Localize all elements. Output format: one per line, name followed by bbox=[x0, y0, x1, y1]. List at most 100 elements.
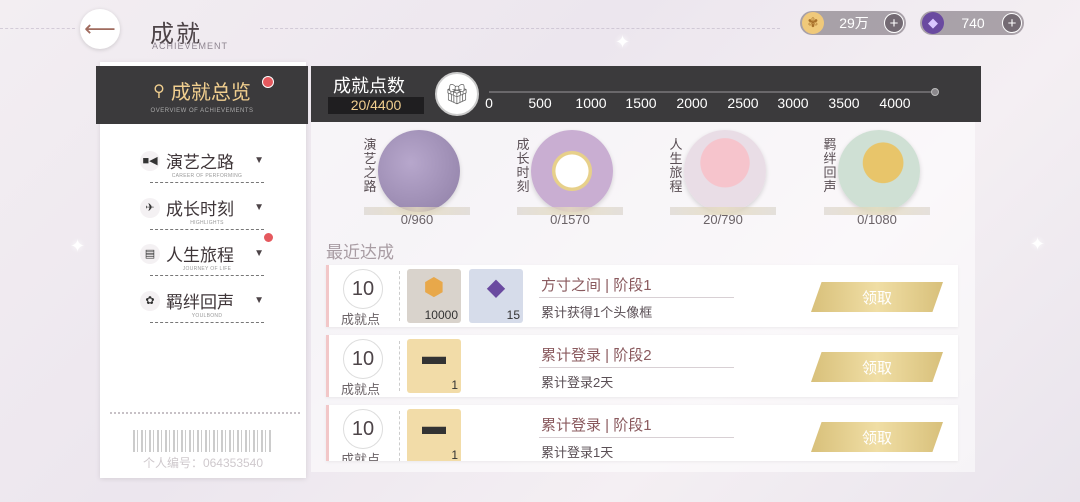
achievement-desc: 累计获得1个头像框 bbox=[541, 305, 653, 320]
claim-button[interactable]: 领取 bbox=[811, 282, 943, 312]
overview-en-label: OVERVIEW OF ACHIEVEMENTS bbox=[150, 108, 254, 114]
tick-label: 3000 bbox=[777, 95, 809, 111]
perforation-divider bbox=[110, 412, 300, 414]
sidebar-item-en: JOURNEY OF LIFE bbox=[150, 266, 264, 276]
film-clapper-icon bbox=[378, 130, 460, 212]
category-label: 人生旅程 bbox=[669, 137, 683, 194]
sparkle-icon: ✦ bbox=[615, 32, 631, 52]
reward-item[interactable]: ▬ 1 bbox=[407, 339, 461, 393]
tick-label: 2000 bbox=[676, 95, 708, 111]
reward-qty: 1 bbox=[451, 378, 458, 392]
category-progress: 20/790 bbox=[703, 212, 743, 227]
achievement-row: 10 成就点 ▬ 1 累计登录 | 阶段2 累计登录2天 领取 bbox=[326, 335, 958, 397]
sidebar-item-bond[interactable]: ✿ 羁绊回声 ▼ YOULBOND bbox=[140, 288, 264, 323]
points-label: 成就点 bbox=[341, 382, 381, 397]
sidebar-item-overview[interactable]: ⚲ 成就总览 OVERVIEW OF ACHIEVEMENTS bbox=[96, 66, 308, 124]
achievement-name: 累计登录 | 阶段1 bbox=[541, 417, 652, 434]
currency-gold: ✾ 29万 + bbox=[800, 11, 906, 35]
achievement-desc: 累计登录1天 bbox=[541, 445, 614, 460]
overview-label: 成就总览 bbox=[170, 82, 251, 104]
currency-crystal: ◆ 740 + bbox=[920, 11, 1024, 35]
achievement-name: 累计登录 | 阶段2 bbox=[541, 347, 652, 364]
achievement-name: 方寸之间 | 阶段1 bbox=[541, 277, 652, 294]
sidebar-item-en: HIGHLIGHTS bbox=[150, 220, 264, 230]
points-label: 成就点 bbox=[341, 312, 381, 327]
gold-coin-icon: ✾ bbox=[802, 12, 824, 34]
sidebar-item-highlights[interactable]: ✈ 成长时刻 ▼ HIGHLIGHTS bbox=[140, 195, 264, 230]
add-gold-button[interactable]: + bbox=[884, 13, 904, 33]
reward-qty: 1 bbox=[451, 448, 458, 461]
airplane-icon: ✈ bbox=[140, 197, 160, 218]
gift-box-icon: 🎁︎ bbox=[444, 83, 470, 106]
tick-label: 3500 bbox=[828, 95, 860, 111]
reward-qty: 15 bbox=[506, 308, 520, 322]
caret-down-icon: ▼ bbox=[254, 295, 264, 306]
category-label: 演艺之路 bbox=[363, 137, 377, 194]
gift-button[interactable]: 🎁︎ bbox=[435, 72, 479, 116]
pocket-watch-icon bbox=[531, 130, 613, 212]
gold-amount: 29万 bbox=[839, 15, 869, 31]
passport-icon: ▤ bbox=[140, 243, 160, 264]
sidebar-item-journey[interactable]: ▤ 人生旅程 ▼ JOURNEY OF LIFE bbox=[140, 241, 264, 276]
page-subtitle: ACHIEVEMENT bbox=[152, 41, 229, 51]
decorative-line bbox=[260, 28, 780, 29]
back-arrow-icon: ⟵ bbox=[84, 16, 116, 41]
hot-air-balloon-icon bbox=[684, 130, 766, 212]
location-pin-icon: ⚲ bbox=[153, 82, 165, 100]
achievement-row: 10 成就点 ⬢ 10000 ◆ 15 方寸之间 | 阶段1 累计获得1个头像框… bbox=[326, 265, 958, 327]
add-crystal-button[interactable]: + bbox=[1002, 13, 1022, 33]
reward-item[interactable]: ◆ 15 bbox=[469, 269, 523, 323]
category-career[interactable]: 演艺之路 0/960 bbox=[362, 130, 472, 230]
caret-down-icon: ▼ bbox=[254, 155, 264, 166]
sidebar-item-en: YOULBOND bbox=[150, 313, 264, 323]
category-label: 成长时刻 bbox=[516, 137, 530, 194]
points-track bbox=[489, 91, 937, 93]
sidebar-item-label: 羁绊回声 bbox=[166, 293, 234, 312]
points-value: 20/4400 bbox=[328, 97, 424, 114]
notification-dot bbox=[262, 76, 274, 88]
points-badge: 10 bbox=[343, 339, 383, 379]
barcode bbox=[133, 430, 273, 452]
sidebar-item-label: 演艺之路 bbox=[166, 153, 234, 172]
category-progress: 0/960 bbox=[400, 212, 434, 227]
caret-down-icon: ▼ bbox=[254, 202, 264, 213]
category-journey[interactable]: 人生旅程 20/790 bbox=[668, 130, 778, 230]
sparkle-icon: ✦ bbox=[70, 236, 86, 256]
sidebar-item-label: 人生旅程 bbox=[166, 246, 234, 265]
points-bar: 成就点数 20/4400 🎁︎ 0 500 1000 1500 2000 250… bbox=[311, 66, 981, 122]
sidebar-item-en: CAREER OF PERFORMING bbox=[150, 173, 264, 183]
caret-down-icon: ▼ bbox=[254, 248, 264, 259]
reward-item[interactable]: ⬢ 10000 bbox=[407, 269, 461, 323]
reward-qty: 10000 bbox=[424, 308, 458, 322]
sidebar: ⚲ 成就总览 OVERVIEW OF ACHIEVEMENTS ■◀ 演艺之路 … bbox=[96, 62, 308, 478]
points-label: 成就点 bbox=[341, 452, 381, 461]
tick-label: 1500 bbox=[625, 95, 657, 111]
tick-label: 1000 bbox=[575, 95, 607, 111]
tick-label: 2500 bbox=[727, 95, 759, 111]
ticket-card-icon: ▬ bbox=[422, 413, 446, 440]
category-progress: 0/1080 bbox=[857, 212, 897, 227]
tick-label: 500 bbox=[528, 95, 552, 111]
back-button[interactable]: ⟵ bbox=[80, 9, 120, 49]
achievement-desc: 累计登录2天 bbox=[541, 375, 614, 390]
claim-button[interactable]: 领取 bbox=[811, 352, 943, 382]
category-highlights[interactable]: 成长时刻 0/1570 bbox=[515, 130, 625, 230]
points-badge: 10 bbox=[343, 269, 383, 309]
sidebar-item-career[interactable]: ■◀ 演艺之路 ▼ CAREER OF PERFORMING bbox=[140, 148, 264, 183]
points-title: 成就点数 bbox=[333, 76, 405, 96]
ticket-card-icon: ▬ bbox=[422, 343, 446, 370]
video-camera-icon: ■◀ bbox=[140, 150, 160, 171]
reward-item[interactable]: ▬ 1 bbox=[407, 409, 461, 461]
notification-dot bbox=[263, 232, 274, 243]
crystal-amount: 740 bbox=[961, 15, 985, 31]
claim-button[interactable]: 领取 bbox=[811, 422, 943, 452]
category-label: 羁绊回声 bbox=[823, 137, 837, 194]
purple-crystal-icon: ◆ bbox=[922, 12, 944, 34]
achievement-row: 10 成就点 ▬ 1 累计登录 | 阶段1 累计登录1天 领取 bbox=[326, 405, 958, 461]
category-progress: 0/1570 bbox=[550, 212, 590, 227]
purple-crystal-icon: ◆ bbox=[486, 274, 506, 301]
sidebar-item-label: 成长时刻 bbox=[166, 200, 234, 219]
track-end-dot bbox=[931, 88, 939, 96]
tick-label: 0 bbox=[485, 95, 493, 111]
category-bond[interactable]: 羁绊回声 0/1080 bbox=[822, 130, 932, 230]
